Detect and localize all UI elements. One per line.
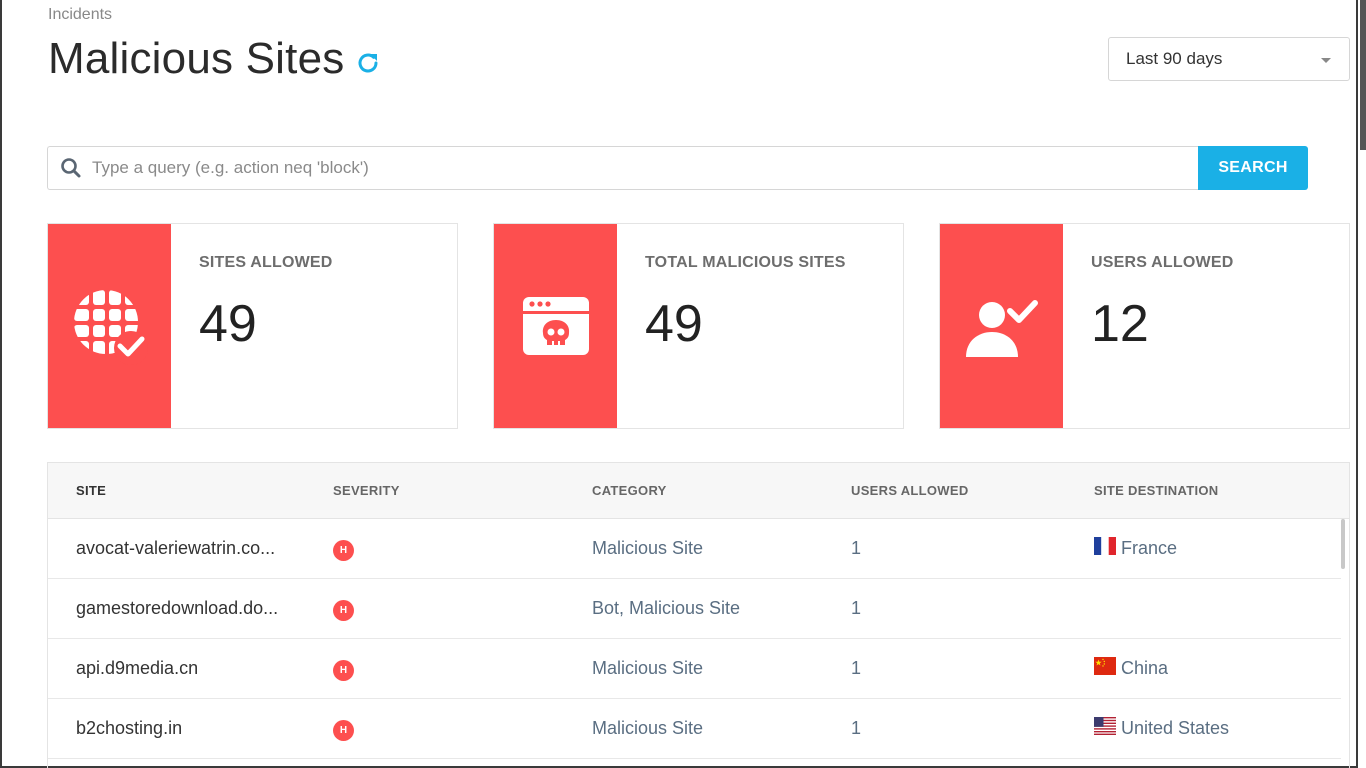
card-value: 49 <box>199 295 257 353</box>
table-row[interactable]: api.d9media.cn H Malicious Site 1 China <box>48 639 1341 699</box>
table-row[interactable]: avocat-valeriewatrin.co... H Malicious S… <box>48 519 1341 579</box>
card-total-malicious-sites: TOTAL MALICIOUS SITES 49 <box>493 223 904 429</box>
table-header: SITE SEVERITY CATEGORY USERS ALLOWED SIT… <box>48 463 1349 519</box>
card-label: USERS ALLOWED <box>1091 254 1234 271</box>
category-cell: Malicious Site <box>592 718 704 738</box>
card-value: 12 <box>1091 295 1149 353</box>
column-header-site[interactable]: SITE <box>48 483 306 498</box>
card-users-allowed: USERS ALLOWED 12 <box>939 223 1350 429</box>
page-scrollbar[interactable] <box>1356 0 1366 768</box>
refresh-icon[interactable] <box>354 49 382 77</box>
destination-label: France <box>1121 538 1178 558</box>
category-cell: Malicious Site <box>592 538 704 558</box>
users-allowed-cell: 1 <box>851 658 862 678</box>
china-flag-icon <box>1094 656 1116 675</box>
date-range-value: Last 90 days <box>1126 49 1223 68</box>
france-flag-icon <box>1094 536 1116 555</box>
card-sites-allowed: SITES ALLOWED 49 <box>47 223 458 429</box>
category-cell: Malicious Site <box>592 658 704 678</box>
card-value: 49 <box>645 295 703 353</box>
destination-label: China <box>1121 658 1169 678</box>
search-box <box>47 146 1198 190</box>
destination-cell: China <box>1083 656 1323 679</box>
sites-table: SITE SEVERITY CATEGORY USERS ALLOWED SIT… <box>47 462 1350 768</box>
site-cell[interactable]: gamestoredownload.do... <box>48 598 306 619</box>
severity-badge: H <box>333 539 354 561</box>
severity-cell: H <box>306 657 565 681</box>
card-label: TOTAL MALICIOUS SITES <box>645 254 846 271</box>
destination-label: United States <box>1121 718 1230 738</box>
severity-cell: H <box>306 597 565 621</box>
user-check-icon <box>965 300 1038 357</box>
card-icon-panel <box>48 224 171 428</box>
users-allowed-cell: 1 <box>851 598 862 618</box>
users-allowed-cell: 1 <box>851 718 862 738</box>
severity-cell: H <box>306 717 565 741</box>
page-title: Malicious Sites <box>48 34 345 83</box>
category-cell: Bot, Malicious Site <box>592 598 741 618</box>
users-allowed-cell: 1 <box>851 538 862 558</box>
severity-badge: H <box>333 719 354 741</box>
site-cell[interactable]: b2chosting.in <box>48 718 306 739</box>
severity-badge: H <box>333 599 354 621</box>
search-button[interactable]: SEARCH <box>1198 146 1308 190</box>
site-cell[interactable]: avocat-valeriewatrin.co... <box>48 538 306 559</box>
chevron-down-icon <box>1321 58 1331 63</box>
browser-skull-icon <box>522 297 589 355</box>
card-icon-panel <box>940 224 1063 428</box>
column-header-category[interactable]: CATEGORY <box>565 483 824 498</box>
column-header-users-allowed[interactable]: USERS ALLOWED <box>824 483 1083 498</box>
globe-check-icon <box>73 290 148 365</box>
column-header-site-destination[interactable]: SITE DESTINATION <box>1083 483 1323 498</box>
card-icon-panel <box>494 224 617 428</box>
usa-flag-icon <box>1094 716 1116 735</box>
search-bar: SEARCH <box>47 146 1308 190</box>
search-input[interactable] <box>92 158 1092 178</box>
page-scrollbar-thumb[interactable] <box>1360 0 1366 150</box>
card-label: SITES ALLOWED <box>199 254 333 271</box>
search-icon <box>61 158 81 178</box>
destination-cell: United States <box>1083 716 1323 739</box>
table-row[interactable]: gamestoredownload.do... H Bot, Malicious… <box>48 579 1341 639</box>
severity-badge: H <box>333 659 354 681</box>
table-row[interactable]: b2chosting.in H Malicious Site 1 United … <box>48 699 1341 759</box>
column-header-severity[interactable]: SEVERITY <box>306 483 565 498</box>
breadcrumb[interactable]: Incidents <box>48 6 112 24</box>
date-range-select[interactable]: Last 90 days <box>1108 37 1350 81</box>
site-cell[interactable]: api.d9media.cn <box>48 658 306 679</box>
severity-cell: H <box>306 537 565 561</box>
title-row: Malicious Sites <box>48 34 382 84</box>
destination-cell: France <box>1083 536 1323 559</box>
table-scrollbar-thumb[interactable] <box>1341 519 1345 569</box>
